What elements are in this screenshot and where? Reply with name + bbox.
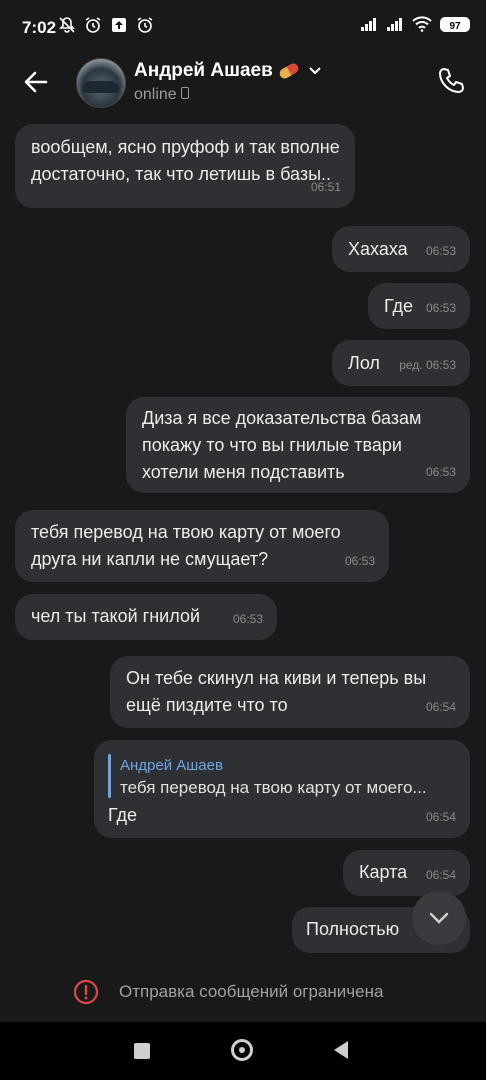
message-time: 06:54 — [425, 810, 456, 824]
message-incoming[interactable]: вообщем, ясно пруфоф и так вполне достат… — [15, 124, 355, 208]
scroll-down-button[interactable] — [412, 891, 466, 945]
home-dot — [239, 1047, 245, 1053]
signal-icon — [361, 18, 376, 31]
message-outgoing[interactable]: Хахаха 06:53 — [332, 226, 470, 272]
message-line: тебя перевод на твою карту от моего — [31, 522, 341, 542]
message-outgoing-reply[interactable]: Андрей Ашаев тебя перевод на твою карту … — [94, 740, 470, 838]
home-icon[interactable] — [231, 1039, 253, 1061]
contact-name-text: Андрей Ашаев — [134, 60, 273, 81]
alarm-icon-2 — [137, 17, 153, 33]
signal-icon-2 — [387, 18, 402, 31]
message-line: достаточно, так что летишь в базы.. — [31, 164, 332, 184]
chat-header: Андрей Ашаев online — [0, 52, 486, 116]
message-time: 06:53 — [425, 465, 456, 479]
status-icons — [58, 16, 154, 34]
messaging-restricted-notice: Отправка сообщений ограничена — [0, 966, 486, 1018]
contact-status-text: online — [134, 86, 177, 103]
wifi-icon — [412, 16, 432, 32]
alarm-icon — [85, 17, 101, 33]
reply-bar — [108, 754, 111, 798]
message-incoming[interactable]: тебя перевод на твою карту от моего друг… — [15, 510, 389, 582]
message-time: 06:51 — [310, 180, 341, 194]
battery-icon: 97 — [440, 16, 470, 32]
message-line: Диза я все доказательства базам — [142, 408, 422, 428]
message-outgoing[interactable]: Диза я все доказательства базам покажу т… — [126, 397, 470, 493]
battery-level: 97 — [449, 20, 461, 32]
message-time: 06:53 — [344, 554, 375, 568]
status-bar: 7:02 97 — [0, 0, 486, 52]
message-outgoing[interactable]: Лол ред. 06:53 — [332, 340, 470, 386]
message-time: ред. 06:53 — [399, 358, 456, 372]
message-time: 06:53 — [425, 244, 456, 258]
message-line: покажу то что вы гнилые твари — [142, 435, 402, 455]
message-line: друга ни капли не смущает? — [31, 549, 269, 569]
message-line: Где — [108, 805, 138, 825]
back-triangle-icon[interactable] — [334, 1041, 348, 1059]
message-time: 06:54 — [425, 700, 456, 714]
recent-apps-icon[interactable] — [134, 1043, 150, 1059]
message-line: вообщем, ясно пруфоф и так вполне — [31, 137, 340, 157]
pill-emoji-icon — [277, 61, 300, 81]
mobile-icon — [181, 87, 190, 99]
avatar[interactable] — [76, 58, 126, 108]
restricted-text: Отправка сообщений ограничена — [119, 982, 384, 1001]
arrow-left-icon[interactable] — [20, 66, 52, 98]
chevron-down-icon — [309, 67, 321, 75]
upload-icon — [112, 18, 126, 32]
system-nav-bar — [0, 1022, 486, 1080]
message-time: 06:53 — [425, 301, 456, 315]
car-icon — [83, 81, 119, 93]
chevron-down-icon — [429, 912, 449, 924]
message-outgoing[interactable]: Карта 06:54 — [343, 850, 470, 896]
contact-status: online — [134, 86, 190, 104]
status-right: 97 — [360, 16, 470, 32]
message-outgoing[interactable]: Он тебе скинул на киви и теперь вы ещё п… — [110, 656, 470, 728]
message-line: хотели меня подставить — [142, 462, 345, 482]
message-line: ещё пиздите что то — [126, 695, 288, 715]
phone-icon[interactable] — [436, 66, 466, 96]
alert-circle-icon — [73, 979, 99, 1005]
mute-bell-icon — [59, 17, 75, 33]
message-line: Он тебе скинул на киви и теперь вы — [126, 668, 427, 688]
message-incoming[interactable]: чел ты такой гнилой 06:53 — [15, 594, 277, 640]
message-line: чел ты такой гнилой — [31, 606, 201, 626]
status-time: 7:02 — [22, 18, 57, 37]
message-outgoing[interactable]: Где 06:53 — [368, 283, 470, 329]
contact-name[interactable]: Андрей Ашаев — [134, 60, 321, 82]
reply-quote[interactable]: тебя перевод на твою карту от моего... — [120, 774, 427, 801]
message-time: 06:53 — [232, 612, 263, 626]
message-time: 06:54 — [425, 868, 456, 882]
